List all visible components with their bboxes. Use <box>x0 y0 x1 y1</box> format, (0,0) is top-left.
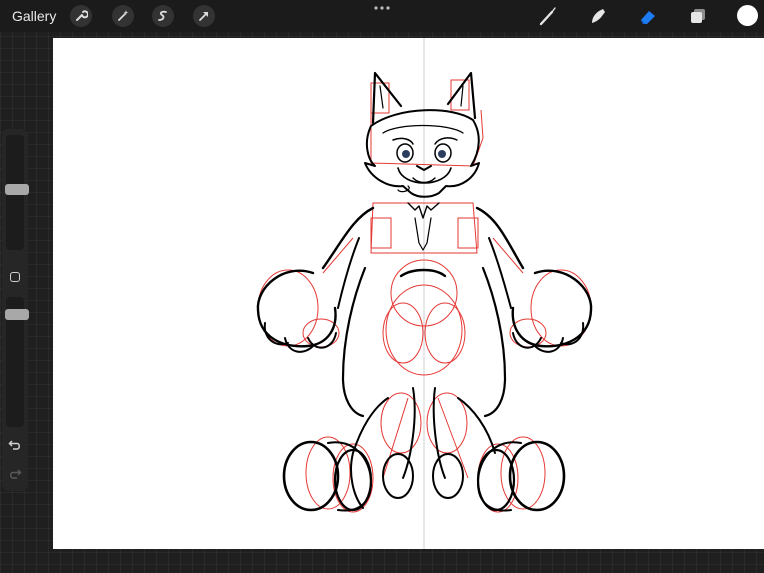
drawing-canvas[interactable] <box>53 38 764 549</box>
selection-icon[interactable] <box>152 5 174 27</box>
eraser-icon[interactable] <box>637 5 659 27</box>
wrench-icon[interactable] <box>70 5 92 27</box>
magic-wand-icon[interactable] <box>112 5 134 27</box>
transform-arrow-icon[interactable] <box>193 5 215 27</box>
character-sketch <box>256 38 593 549</box>
more-options-icon[interactable] <box>372 5 392 11</box>
redo-icon[interactable] <box>8 467 22 481</box>
brush-icon[interactable] <box>537 5 559 27</box>
color-swatch[interactable] <box>737 5 758 26</box>
brush-size-slider[interactable] <box>5 184 29 195</box>
gallery-button[interactable]: Gallery <box>12 8 56 24</box>
smudge-icon[interactable] <box>587 5 609 27</box>
top-toolbar: Gallery <box>0 0 764 32</box>
left-sidebar <box>2 129 29 491</box>
layers-icon[interactable] <box>687 5 709 27</box>
opacity-slider[interactable] <box>5 309 29 320</box>
modifier-square-icon[interactable] <box>10 272 20 282</box>
undo-icon[interactable] <box>8 438 22 452</box>
